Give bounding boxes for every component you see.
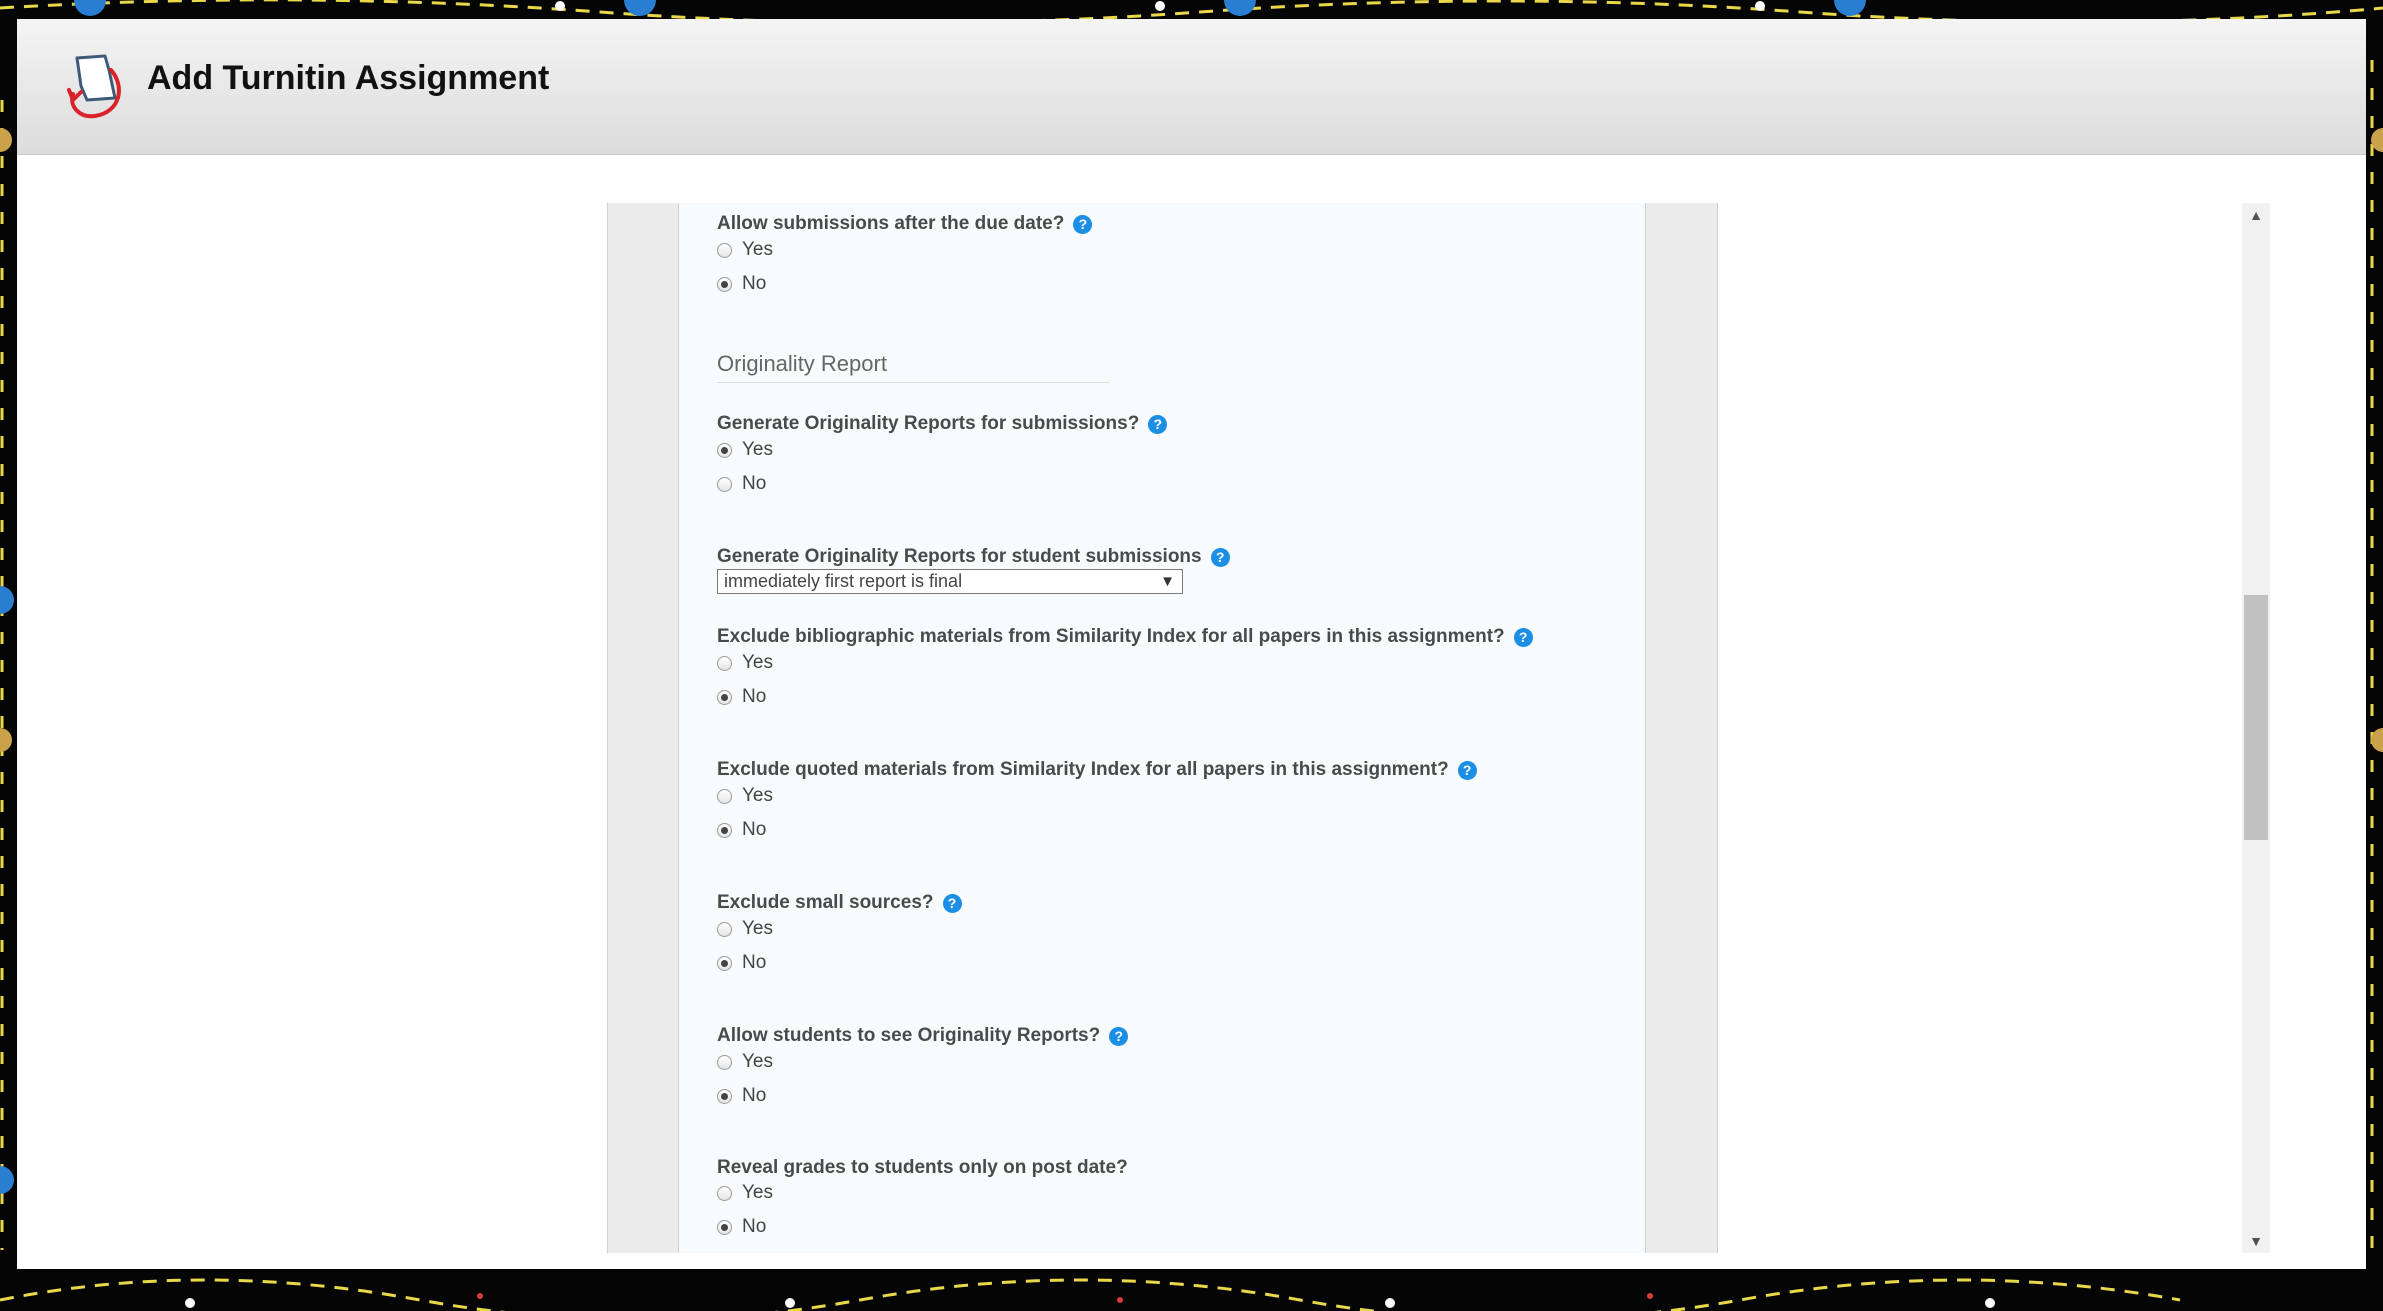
dialog-title: Add Turnitin Assignment: [147, 59, 550, 97]
exclude-bibliographic-yes[interactable]: Yes: [717, 652, 773, 674]
option-label: No: [742, 1216, 767, 1237]
student-reports-question: Generate Originality Reports for student…: [717, 546, 1230, 568]
radio-button[interactable]: [717, 1054, 732, 1070]
radio-button-selected[interactable]: [717, 689, 732, 705]
option-label: No: [742, 1085, 767, 1106]
option-label: Yes: [742, 652, 773, 673]
late-submissions-label: Allow submissions after the due date?: [717, 213, 1065, 234]
students-see-reports-no[interactable]: No: [717, 1085, 766, 1107]
exclude-quoted-label: Exclude quoted materials from Similarity…: [717, 759, 1449, 780]
radio-button[interactable]: [717, 788, 732, 804]
exclude-bibliographic-question: Exclude bibliographic materials from Sim…: [717, 626, 1533, 648]
reveal-grades-question: Reveal grades to students only on post d…: [717, 1157, 1128, 1179]
radio-button-selected[interactable]: [717, 955, 732, 971]
exclude-quoted-no[interactable]: No: [717, 819, 766, 841]
exclude-small-sources-label: Exclude small sources?: [717, 892, 934, 913]
generate-reports-question: Generate Originality Reports for submiss…: [717, 413, 1168, 435]
exclude-bibliographic-no[interactable]: No: [717, 686, 766, 708]
option-label: Yes: [742, 439, 773, 460]
radio-button-selected[interactable]: [717, 276, 732, 292]
radio-button[interactable]: [717, 655, 732, 671]
dialog-header: Add Turnitin Assignment: [17, 19, 2366, 155]
dialog-content: Allow submissions after the due date? ? …: [17, 155, 2366, 1269]
radio-button-selected[interactable]: [717, 1088, 732, 1104]
radio-button-selected[interactable]: [717, 822, 732, 838]
exclude-bibliographic-label: Exclude bibliographic materials from Sim…: [717, 626, 1505, 647]
help-icon[interactable]: ?: [1109, 1026, 1129, 1046]
late-submissions-no[interactable]: No: [717, 273, 766, 295]
help-icon[interactable]: ?: [1513, 627, 1533, 647]
exclude-small-sources-yes[interactable]: Yes: [717, 918, 773, 940]
scrollbar-thumb[interactable]: [2244, 595, 2268, 840]
option-label: No: [742, 952, 767, 973]
option-label: Yes: [742, 785, 773, 806]
generate-reports-yes[interactable]: Yes: [717, 439, 773, 461]
radio-button[interactable]: [717, 242, 732, 258]
help-icon[interactable]: ?: [1073, 214, 1093, 234]
radio-button-selected[interactable]: [717, 442, 732, 458]
students-see-reports-question: Allow students to see Originality Report…: [717, 1025, 1129, 1047]
generate-reports-no[interactable]: No: [717, 473, 766, 495]
radio-button-selected[interactable]: [717, 1219, 732, 1235]
radio-button[interactable]: [717, 476, 732, 492]
help-icon[interactable]: ?: [1210, 547, 1230, 567]
dropdown-arrow-icon: ▼: [1160, 573, 1175, 590]
option-label: Yes: [742, 1051, 773, 1072]
option-label: No: [742, 273, 767, 294]
option-label: Yes: [742, 1182, 773, 1203]
help-icon[interactable]: ?: [1148, 414, 1168, 434]
select-value: immediately first report is final: [724, 571, 963, 591]
radio-button[interactable]: [717, 921, 732, 937]
option-label: Yes: [742, 239, 773, 260]
students-see-reports-label: Allow students to see Originality Report…: [717, 1025, 1101, 1046]
students-see-reports-yes[interactable]: Yes: [717, 1051, 773, 1073]
form-frame: Allow submissions after the due date? ? …: [607, 203, 1718, 1253]
help-icon[interactable]: ?: [1457, 760, 1477, 780]
radio-button[interactable]: [717, 1185, 732, 1201]
exclude-small-sources-question: Exclude small sources? ?: [717, 892, 962, 914]
turnitin-logo-icon: [65, 50, 135, 120]
turnitin-dialog: Add Turnitin Assignment Allow submission…: [17, 19, 2366, 1269]
option-label: Yes: [742, 918, 773, 939]
assignment-settings-form: Allow submissions after the due date? ? …: [678, 203, 1646, 1253]
student-reports-label: Generate Originality Reports for student…: [717, 546, 1202, 567]
reveal-grades-no[interactable]: No: [717, 1216, 766, 1238]
exclude-small-sources-no[interactable]: No: [717, 952, 766, 974]
scroll-up-arrow-icon[interactable]: ▲: [2242, 203, 2270, 227]
late-submissions-question: Allow submissions after the due date? ?: [717, 213, 1093, 235]
reveal-grades-label: Reveal grades to students only on post d…: [717, 1157, 1128, 1178]
vertical-scrollbar[interactable]: ▲ ▼: [2242, 203, 2270, 1253]
option-label: No: [742, 686, 767, 707]
help-icon[interactable]: ?: [942, 893, 962, 913]
report-generation-select[interactable]: immediately first report is final ▼: [717, 569, 1183, 594]
late-submissions-yes[interactable]: Yes: [717, 239, 773, 261]
exclude-quoted-yes[interactable]: Yes: [717, 785, 773, 807]
option-label: No: [742, 819, 767, 840]
option-label: No: [742, 473, 767, 494]
reveal-grades-yes[interactable]: Yes: [717, 1182, 773, 1204]
section-title-originality: Originality Report: [717, 351, 1109, 383]
generate-reports-label: Generate Originality Reports for submiss…: [717, 413, 1140, 434]
exclude-quoted-question: Exclude quoted materials from Similarity…: [717, 759, 1477, 781]
scroll-down-arrow-icon[interactable]: ▼: [2242, 1229, 2270, 1253]
